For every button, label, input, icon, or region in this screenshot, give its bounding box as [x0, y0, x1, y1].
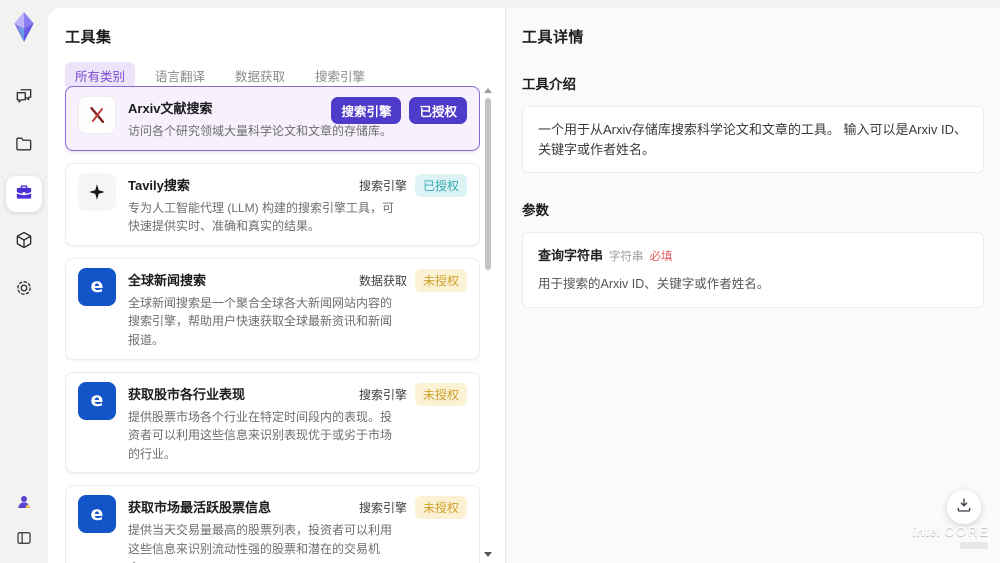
tool-category-label: 数据获取 — [358, 273, 407, 288]
tab-3[interactable]: 搜索引擎 — [305, 62, 375, 89]
chat-icon — [14, 86, 34, 111]
folder-icon — [14, 134, 34, 159]
intro-text-box: 一个用于从Arxiv存储库搜索科学论文和文章的工具。 输入可以是Arxiv ID… — [522, 106, 984, 173]
tool-list-scrollbar[interactable] — [484, 88, 493, 557]
tool-description: 提供股票市场各个行业在特定时间段内的表现。投资者可以利用这些信息来识别表现优于或… — [128, 409, 393, 461]
sidebar-item-folder[interactable] — [6, 128, 42, 164]
user-icon — [15, 493, 33, 516]
tool-auth-status-badge: 未授权 — [414, 496, 467, 520]
scroll-down-arrow[interactable] — [484, 552, 492, 557]
download-icon — [955, 496, 973, 519]
news-blue-icon: e — [78, 267, 116, 306]
toolset-title: 工具集 — [65, 29, 112, 46]
params-rows: 查询字符串 字符串 必填 用于搜索的Arxiv ID、关键字或作者姓名。 — [538, 246, 968, 294]
cube-icon — [14, 230, 34, 255]
sector-blue-icon: e — [78, 381, 116, 420]
download-button[interactable] — [947, 490, 981, 524]
gem-logo-icon — [9, 10, 39, 44]
tool-list-item[interactable]: e 全球新闻搜索 全球新闻搜索是一个聚合全球各大新闻网站内容的搜索引擎，帮助用户… — [65, 257, 480, 360]
param-description: 用于搜索的Arxiv ID、关键字或作者姓名。 — [538, 277, 770, 292]
stocks-blue-icon: e — [78, 495, 116, 534]
tool-description: 访问各个研究领域大量科学论文和文章的存储库。 — [128, 124, 393, 138]
intel-core-badge: intel CORE — [913, 524, 990, 549]
tool-description: 提供当天交易量最高的股票列表，投资者可以利用这些信息来识别流动性强的股票和潜在的… — [128, 523, 393, 563]
tool-auth-status-badge: 已授权 — [409, 97, 467, 124]
sidebar-footer-user[interactable] — [9, 491, 39, 517]
params-box: 查询字符串 字符串 必填 用于搜索的Arxiv ID、关键字或作者姓名。 — [522, 232, 984, 308]
sidebar-item-cube[interactable] — [6, 224, 42, 260]
tool-category-label: 搜索引擎 — [358, 387, 407, 402]
panel-toggle-icon — [15, 529, 33, 552]
intro-heading: 工具介绍 — [522, 77, 576, 92]
tab-2[interactable]: 数据获取 — [225, 62, 295, 89]
tool-description: 专为人工智能代理 (LLM) 构建的搜索引擎工具，可快速提供实时、准确和真实的结… — [128, 200, 395, 234]
param-type: 字符串 — [609, 251, 644, 263]
tool-category-label: 搜索引擎 — [358, 501, 407, 516]
tool-list: Arxiv文献搜索 访问各个研究领域大量科学论文和文章的存储库。 搜索引擎 已授… — [65, 86, 480, 563]
sidebar-nav — [6, 80, 42, 308]
tab-0[interactable]: 所有类别 — [65, 62, 136, 89]
detail-title: 工具详情 — [522, 29, 585, 46]
scroll-up-arrow[interactable] — [484, 88, 492, 93]
param-name: 查询字符串 — [538, 248, 604, 263]
tool-category-label: 搜索引擎 — [331, 97, 402, 124]
sidebar-footer — [9, 491, 39, 553]
tab-1[interactable]: 语言翻译 — [145, 62, 215, 89]
tool-detail-panel: 工具详情 工具介绍 一个用于从Arxiv存储库搜索科学论文和文章的工具。 输入可… — [505, 8, 1000, 563]
main-content-card: 工具集 所有类别 语言翻译 数据获取 搜索引擎 Arxiv文献搜索 访问各个研究领域大… — [48, 8, 1000, 563]
tool-list-item[interactable]: Arxiv文献搜索 访问各个研究领域大量科学论文和文章的存储库。 搜索引擎 已授… — [65, 86, 480, 151]
tool-auth-status-badge: 未授权 — [414, 268, 467, 292]
sidebar-item-gear[interactable] — [6, 272, 42, 308]
params-heading: 参数 — [522, 203, 549, 218]
category-tabs: 所有类别 语言翻译 数据获取 搜索引擎 — [65, 62, 505, 89]
core-logo-text: CORE — [944, 524, 990, 539]
sidebar-item-chat[interactable] — [6, 80, 42, 116]
intel-sub-mark — [960, 542, 988, 549]
scrollbar-thumb[interactable] — [485, 98, 491, 270]
sidebar-footer-panel-toggle[interactable] — [9, 527, 39, 553]
tool-list-item[interactable]: e 获取股市各行业表现 提供股票市场各个行业在特定时间段内的表现。投资者可以利用… — [65, 371, 480, 474]
icon-sidebar — [0, 0, 48, 563]
param-required-flag: 必填 — [649, 251, 673, 263]
briefcase-icon — [14, 182, 34, 207]
tool-description: 全球新闻搜索是一个聚合全球各大新闻网站内容的搜索引擎，帮助用户快速获取全球最新资… — [128, 295, 393, 347]
arxiv-logo-icon — [78, 96, 116, 134]
sidebar-item-briefcase[interactable] — [6, 176, 42, 212]
tool-category-label: 搜索引擎 — [358, 178, 407, 193]
param-row: 查询字符串 字符串 必填 用于搜索的Arxiv ID、关键字或作者姓名。 — [538, 246, 968, 294]
tool-list-item[interactable]: Tavily搜索 专为人工智能代理 (LLM) 构建的搜索引擎工具，可快速提供实… — [65, 162, 480, 246]
tool-auth-status-badge: 未授权 — [414, 382, 467, 406]
gear-icon — [14, 278, 34, 303]
tool-auth-status-badge: 已授权 — [414, 173, 467, 197]
toolset-panel: 工具集 所有类别 语言翻译 数据获取 搜索引擎 Arxiv文献搜索 访问各个研究领域大… — [48, 8, 505, 563]
star-black-icon — [78, 172, 116, 211]
intel-logo-text: intel — [912, 524, 941, 539]
tool-list-item[interactable]: e 获取市场最活跃股票信息 提供当天交易量最高的股票列表，投资者可以利用这些信息… — [65, 485, 480, 563]
